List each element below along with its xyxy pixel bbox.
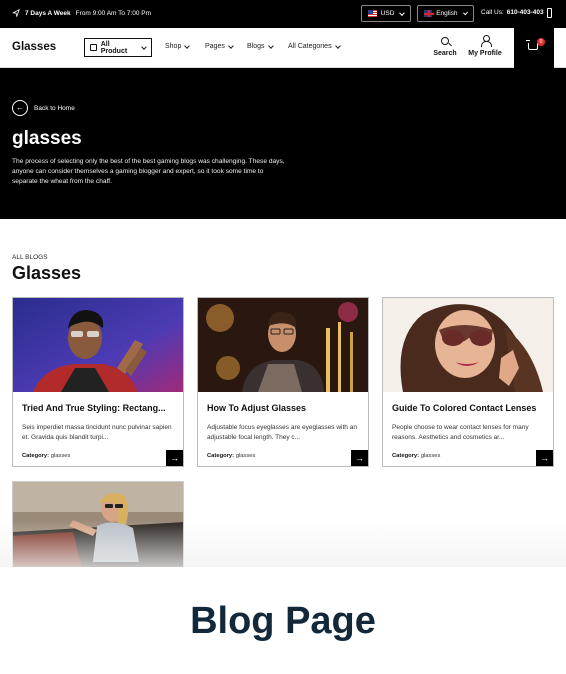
all-product-label: All Product	[100, 40, 128, 55]
nav-blogs-label: Blogs	[247, 43, 265, 50]
section-kicker: ALL BLOGS	[12, 254, 48, 261]
my-profile-button[interactable]: My Profile	[466, 34, 504, 57]
main-header: Glasses All Product Shop Pages Blogs All…	[0, 28, 566, 68]
all-product-button[interactable]: All Product	[84, 38, 152, 57]
blog-card-excerpt: People choose to wear contact lenses for…	[392, 424, 529, 441]
chevron-down-icon	[228, 42, 234, 49]
hours-time: From 9:00 Am To 7:00 Pm	[75, 9, 152, 17]
chevron-down-icon	[399, 9, 405, 16]
call-us[interactable]: Call Us: 610-403-403	[481, 9, 544, 16]
blog-card-image[interactable]	[13, 298, 183, 392]
cart-count-badge: 0	[537, 38, 545, 46]
chevron-down-icon	[462, 9, 468, 16]
nav-pages-label: Pages	[205, 43, 225, 50]
read-more-arrow-icon[interactable]: →	[166, 450, 183, 466]
blog-card-image[interactable]	[198, 298, 368, 392]
language-select[interactable]: English	[417, 5, 474, 22]
blog-card[interactable]: Guide To Colored Contact Lenses People c…	[382, 297, 554, 467]
category-label: Category:	[22, 453, 50, 459]
banner-title: Blog Page	[190, 600, 376, 642]
profile-label: My Profile	[468, 50, 502, 57]
currency-value: USD	[380, 10, 395, 17]
back-to-home-link[interactable]: ← Back to Home	[12, 100, 75, 116]
blog-card-category: Category: glasses	[22, 453, 70, 459]
top-bar: 7 Days A Week From 9:00 Am To 7:00 Pm US…	[0, 0, 566, 28]
uk-flag-icon	[424, 10, 435, 17]
hero-title: glasses	[12, 128, 82, 149]
language-value: English	[436, 10, 458, 17]
call-label: Call Us:	[481, 9, 504, 16]
nav-all-categories[interactable]: All Categories	[288, 42, 341, 50]
send-icon	[12, 9, 20, 17]
call-number: 610-403-403	[506, 9, 544, 16]
currency-select[interactable]: USD	[361, 5, 411, 22]
shopping-bag-icon	[90, 44, 97, 51]
blog-card-category: Category: glasses	[207, 453, 255, 459]
blog-card-title[interactable]: How To Adjust Glasses	[207, 403, 362, 413]
blog-card-title[interactable]: Guide To Colored Contact Lenses	[392, 403, 547, 413]
category-value[interactable]: glasses	[51, 453, 71, 459]
chevron-down-icon	[334, 42, 341, 49]
nav-shop-label: Shop	[165, 43, 182, 50]
blog-card[interactable]: How To Adjust Glasses Adjustable focus e…	[197, 297, 369, 467]
blog-card-excerpt: Seis imperdiet massa tincidunt nunc pulv…	[22, 424, 172, 441]
search-label: Search	[433, 50, 457, 57]
us-flag-icon	[368, 10, 377, 17]
chevron-down-icon	[184, 42, 191, 49]
cart-icon	[526, 40, 538, 50]
read-more-arrow-icon[interactable]: →	[351, 450, 368, 466]
chevron-down-icon	[267, 42, 274, 49]
nav-pages[interactable]: Pages	[205, 42, 234, 50]
nav-blogs[interactable]: Blogs	[247, 42, 274, 50]
category-value[interactable]: glasses	[236, 453, 256, 459]
business-hours: 7 Days A Week From 9:00 Am To 7:00 Pm	[12, 9, 151, 17]
user-icon	[480, 35, 492, 47]
nav-all-categories-label: All Categories	[288, 43, 332, 50]
section-title: Glasses	[12, 263, 82, 283]
hero-description: The process of selecting only the best o…	[12, 158, 285, 185]
back-label: Back to Home	[34, 104, 75, 112]
site-logo[interactable]: Glasses	[12, 41, 56, 53]
search-icon	[441, 36, 449, 45]
chevron-down-icon	[141, 43, 147, 50]
blog-card-image[interactable]	[383, 298, 553, 392]
phone-icon	[547, 8, 552, 18]
nav-shop[interactable]: Shop	[165, 42, 191, 50]
category-label: Category:	[207, 453, 235, 459]
hours-days: 7 Days A Week	[25, 9, 71, 17]
cart-button[interactable]: 0	[514, 28, 554, 68]
blog-card-excerpt: Adjustable focus eyeglasses are eyeglass…	[207, 424, 357, 441]
read-more-arrow-icon[interactable]: →	[536, 450, 553, 466]
page-hero: ← Back to Home glasses The process of se…	[0, 68, 566, 219]
category-label: Category:	[392, 453, 420, 459]
blog-card[interactable]: Tried And True Styling: Rectang... Seis …	[12, 297, 184, 467]
category-value[interactable]: glasses	[421, 453, 441, 459]
blog-card-title[interactable]: Tried And True Styling: Rectang...	[22, 403, 177, 413]
arrow-left-icon: ←	[12, 100, 28, 116]
search-button[interactable]: Search	[432, 34, 458, 57]
blog-card-category: Category: glasses	[392, 453, 440, 459]
